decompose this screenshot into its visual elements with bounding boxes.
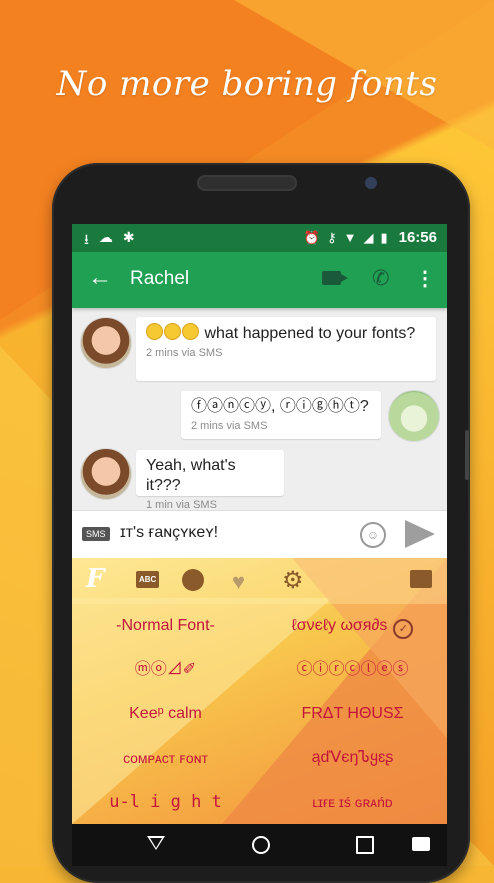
sms-badge: SMS <box>82 527 110 541</box>
keyboard-icon[interactable] <box>410 570 432 588</box>
video-call-icon[interactable] <box>322 271 348 285</box>
home-icon[interactable] <box>252 836 270 854</box>
font-option[interactable]: Keeᵖ calm <box>72 692 259 736</box>
message-bubble: ⓕⓐⓝⓒⓨ, ⓡⓘⓖⓗⓣ? 2 mins via SMS <box>181 391 381 439</box>
alarm-icon: ⏰ <box>303 229 321 245</box>
message-meta: 2 mins via SMS <box>191 420 268 432</box>
message-text: what happened to your fonts? <box>146 323 426 344</box>
font-option[interactable]: ⓒⓘⓡⓒⓛⓔⓢ <box>259 648 446 692</box>
emoji-icon <box>146 323 163 340</box>
avatar <box>388 390 440 442</box>
recents-icon[interactable] <box>356 836 374 854</box>
promo-headline: No more boring fonts <box>56 64 438 104</box>
fancy-f-logo[interactable]: F <box>86 564 104 594</box>
battery-icon: ▮ <box>380 229 388 245</box>
cloud-icon: ☁ <box>98 229 113 245</box>
download-icon: ⭳ <box>84 231 89 247</box>
heart-icon[interactable]: ♥ <box>232 569 245 595</box>
message-bubble: Yeah, what's it??? 1 min via SMS <box>136 450 284 511</box>
phone-screen: ⭳ ☁ ✱ ⏰ ⚷ ▼ ◢ ▮ 16:56 ← Rachel ✆ ⋮ what … <box>72 224 447 866</box>
signal-3g-icon: ◢ <box>363 229 374 245</box>
abc-tab[interactable]: ABC <box>136 571 160 588</box>
arrow-left-icon[interactable]: ← <box>88 264 112 292</box>
emoji-face-icon[interactable] <box>182 569 204 591</box>
wifi-icon: ▼ <box>343 230 357 245</box>
fancy-keyboard: F ABC ♥ ⚙ -Normal Font- ℓσνєℓу ωσя∂ѕ ✓ ⓜⓞ… <box>72 558 447 824</box>
send-icon[interactable] <box>405 520 435 548</box>
font-option[interactable]: FRΔT HΘUSΣ <box>259 692 446 736</box>
more-vert-icon[interactable]: ⋮ <box>415 266 435 291</box>
status-time: 16:56 <box>398 229 437 246</box>
font-option[interactable]: ⓜⓞ⊿✐ <box>72 648 259 692</box>
font-option[interactable]: ℓσνєℓу ωσя∂ѕ ✓ <box>259 604 446 648</box>
font-option[interactable]: ʟɪғᴇ ɪś ɢʀᴀńᴅ <box>259 780 446 824</box>
status-bar: ⭳ ☁ ✱ ⏰ ⚷ ▼ ◢ ▮ 16:56 <box>72 224 447 252</box>
compose-bar: SMS ɪт's ғaɴçʏκeʏ! ☺ <box>72 510 447 559</box>
message-text: ⓕⓐⓝⓒⓨ, ⓡⓘⓖⓗⓣ? <box>191 398 369 415</box>
message-meta: 2 mins via SMS <box>146 347 223 359</box>
back-icon[interactable] <box>147 836 165 850</box>
message-text: Yeah, what's it??? <box>146 457 236 494</box>
conversation-toolbar: ← Rachel ✆ ⋮ <box>72 252 447 308</box>
settings-icon[interactable]: ⚙ <box>282 566 304 595</box>
keyboard-tab-bar: F ABC ♥ ⚙ <box>72 558 447 604</box>
android-icon: ✱ <box>122 229 135 245</box>
check-icon: ✓ <box>393 619 414 639</box>
phone-camera <box>365 177 377 189</box>
emoji-icon[interactable]: ☺ <box>360 522 386 548</box>
emoji-icon <box>164 323 181 340</box>
font-option[interactable]: u-l i g h t <box>72 780 259 824</box>
contact-name: Rachel <box>130 268 190 289</box>
navigation-bar <box>72 824 447 866</box>
volume-button <box>465 430 469 480</box>
emoji-icon <box>182 323 199 340</box>
message-bubble: what happened to your fonts? 2 mins via … <box>136 317 436 381</box>
avatar <box>80 448 132 500</box>
avatar <box>80 317 132 369</box>
keyboard-switch-icon[interactable] <box>412 837 430 851</box>
phone-icon[interactable]: ✆ <box>372 266 390 291</box>
font-option[interactable]: ąďᐯєŋᏖყɛʂ <box>259 736 446 780</box>
font-option[interactable]: -Normal Font- <box>72 604 259 648</box>
font-list: -Normal Font- ℓσνєℓу ωσя∂ѕ ✓ ⓜⓞ⊿✐ ⓒⓘⓡⓒⓛⓔⓢ… <box>72 604 447 824</box>
font-option[interactable]: ᴄᴏᴍᴘᴀᴄᴛ ꜰᴏɴᴛ <box>72 736 259 780</box>
message-input[interactable]: ɪт's ғaɴçʏκeʏ! <box>120 524 218 542</box>
key-icon: ⚷ <box>327 229 337 245</box>
phone-speaker <box>197 175 297 191</box>
